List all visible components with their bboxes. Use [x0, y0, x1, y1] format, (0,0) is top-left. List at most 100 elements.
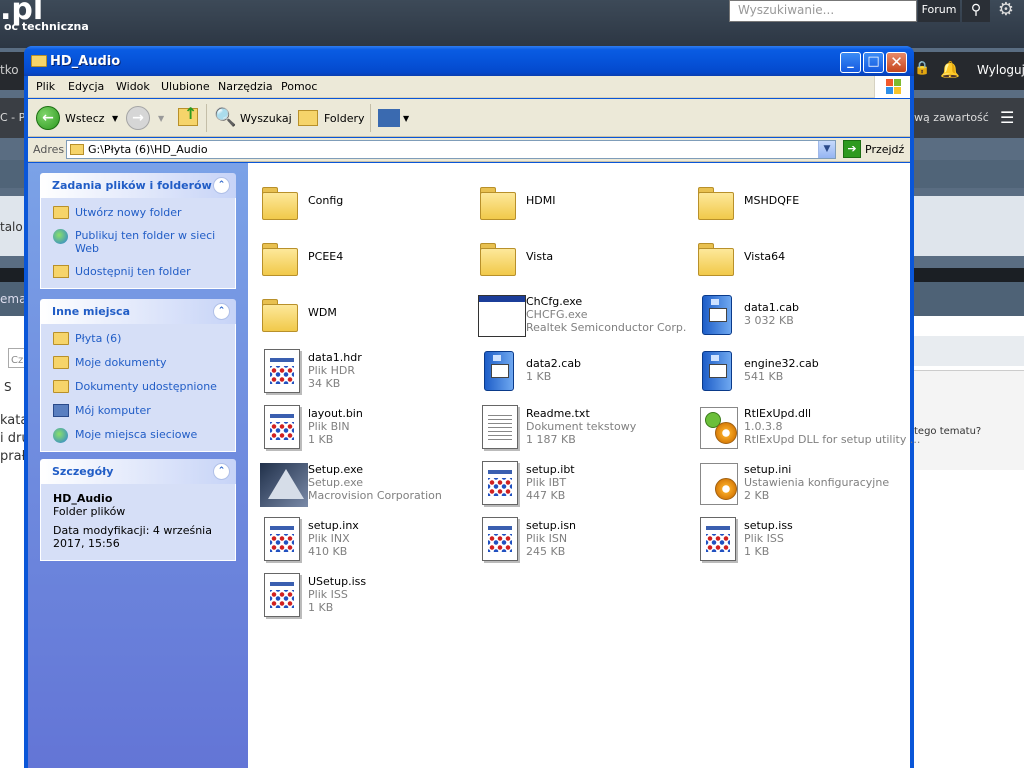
place-label: Mój komputer: [75, 404, 151, 417]
magnifier-icon: 🔍: [214, 107, 237, 128]
forward-button[interactable]: → ▼: [126, 104, 170, 132]
file-item-data2-cab[interactable]: data2.cab 1 KB: [470, 343, 686, 395]
folder-icon: [478, 237, 518, 277]
file-meta: 447 KB: [526, 489, 566, 502]
task-share-folder[interactable]: Udostępnij ten folder: [41, 263, 235, 280]
up-folder-button[interactable]: ↑: [176, 104, 202, 132]
menu-plik[interactable]: Plik: [36, 80, 55, 93]
details-header[interactable]: Szczegóły ⌃: [40, 459, 236, 484]
minimize-button[interactable]: _: [840, 52, 861, 73]
folder-icon: [260, 293, 300, 333]
generic-file-icon: [696, 517, 736, 561]
folder-icon: [260, 237, 300, 277]
search-icon[interactable]: ⚲: [962, 0, 990, 22]
file-item-pcee4[interactable]: PCEE4: [252, 231, 468, 283]
file-item-rtlexupd-dll[interactable]: RtlExUpd.dll 1.0.3.8 RtlExUpd DLL for setu…: [688, 399, 920, 451]
file-name: setup.iss: [744, 519, 793, 532]
other-places-header[interactable]: Inne miejsca ⌃: [40, 299, 236, 324]
computer-icon: [53, 404, 69, 417]
title-bar[interactable]: HD_Audio _ □ ✕: [24, 46, 914, 76]
file-item-wdm[interactable]: WDM: [252, 287, 468, 339]
back-arrow-icon: ←: [36, 106, 60, 130]
file-item-text: Config: [308, 194, 343, 207]
file-item-setup-inx[interactable]: setup.inx Plik INX 410 KB: [252, 511, 468, 563]
folder-icon: [696, 181, 736, 221]
folder-icon: [478, 181, 518, 221]
place-shared-documents[interactable]: Dokumenty udostępnione: [41, 378, 235, 395]
maximize-button[interactable]: □: [863, 52, 884, 73]
file-item-text: HDMI: [526, 194, 555, 207]
collapse-icon[interactable]: ⌃: [213, 177, 230, 194]
file-meta: Plik ISS: [308, 588, 348, 601]
task-publish-web[interactable]: Publikuj ten folder w sieci Web: [41, 227, 235, 257]
file-meta: Setup.exe: [308, 476, 364, 489]
file-item-text: WDM: [308, 306, 337, 319]
chevron-down-icon[interactable]: ▼: [112, 114, 118, 123]
place-network[interactable]: Moje miejsca sieciowe: [41, 426, 235, 443]
close-button[interactable]: ✕: [886, 52, 907, 73]
new-folder-icon: [53, 206, 69, 219]
file-item-text: Setup.exe Setup.exe Macrovision Corporatio…: [308, 463, 442, 502]
file-item-readme-txt[interactable]: Readme.txt Dokument tekstowy 1 187 KB: [470, 399, 686, 451]
menu-ulubione[interactable]: Ulubione: [161, 80, 210, 93]
place-my-computer[interactable]: Mój komputer: [41, 402, 235, 419]
file-item-data1-hdr[interactable]: data1.hdr Plik HDR 34 KB: [252, 343, 468, 395]
file-item-chcfg-exe[interactable]: ChCfg.exe CHCFG.exe Realtek Semiconductor …: [470, 287, 686, 339]
menu-narzedzia[interactable]: Narzędzia: [218, 80, 273, 93]
file-meta: 1 KB: [744, 545, 770, 558]
file-item-text: Vista64: [744, 250, 785, 263]
place-my-documents[interactable]: Moje dokumenty: [41, 354, 235, 371]
chevron-down-icon[interactable]: ▼: [158, 114, 164, 123]
menu-widok[interactable]: Widok: [116, 80, 150, 93]
file-name: layout.bin: [308, 407, 363, 420]
file-item-vista64[interactable]: Vista64: [688, 231, 904, 283]
config-settings-icon: [696, 461, 738, 505]
generic-file-icon: [260, 517, 300, 561]
collapse-icon[interactable]: ⌃: [213, 303, 230, 320]
logout-link[interactable]: Wyloguj: [977, 63, 1024, 77]
back-button[interactable]: ← Wstecz ▼: [36, 104, 120, 132]
file-item-setup-exe[interactable]: Setup.exe Setup.exe Macrovision Corporatio…: [252, 455, 468, 507]
search-button[interactable]: 🔍 Wyszukaj: [212, 104, 292, 132]
task-pane: Zadania plików i folderów ⌃ Utwórz nowy …: [28, 163, 248, 768]
collapse-icon[interactable]: ⌃: [213, 463, 230, 480]
file-item-engine32-cab[interactable]: engine32.cab 541 KB: [688, 343, 904, 395]
bg-subnav-right-text[interactable]: wą zawartość: [914, 111, 989, 124]
lock-icon[interactable]: 🔒: [914, 61, 930, 76]
file-list: Config HDMI MSHDQFE PCEE4 Vista Vista64 WDM ChC…: [248, 163, 920, 768]
menu-edycja[interactable]: Edycja: [68, 80, 104, 93]
file-name: setup.isn: [526, 519, 577, 532]
bg-nav-text[interactable]: tko: [0, 63, 19, 77]
bg-right-text: tego tematu?: [914, 426, 982, 437]
forum-scope-button[interactable]: Forum: [918, 0, 960, 22]
file-item-hdmi[interactable]: HDMI: [470, 175, 686, 227]
menu-pomoc[interactable]: Pomoc: [281, 80, 317, 93]
file-item-setup-iss[interactable]: setup.iss Plik ISS 1 KB: [688, 511, 904, 563]
place-plyta[interactable]: Płyta (6): [41, 330, 235, 347]
site-search-input[interactable]: Wyszukiwanie...: [729, 0, 917, 22]
file-item-setup-isn[interactable]: setup.isn Plik ISN 245 KB: [470, 511, 686, 563]
chevron-down-icon[interactable]: ▼: [818, 141, 835, 158]
file-item-mshdqfe[interactable]: MSHDQFE: [688, 175, 904, 227]
back-label: Wstecz: [65, 112, 105, 125]
file-item-config[interactable]: Config: [252, 175, 468, 227]
file-item-vista[interactable]: Vista: [470, 231, 686, 283]
file-item-data1-cab[interactable]: data1.cab 3 032 KB: [688, 287, 904, 339]
file-name: Readme.txt: [526, 407, 590, 420]
address-input[interactable]: G:\Płyta (6)\HD_Audio ▼: [66, 140, 836, 159]
hamburger-icon[interactable]: ☰: [1000, 108, 1014, 127]
file-item-setup-ini[interactable]: setup.ini Ustawienia konfiguracyjne 2 KB: [688, 455, 904, 507]
chevron-down-icon[interactable]: ▼: [403, 114, 409, 123]
bell-icon[interactable]: 🔔: [940, 60, 960, 79]
other-places-panel: Inne miejsca ⌃ Płyta (6) Moje dokumenty …: [40, 299, 236, 452]
gear-icon[interactable]: ⚙: [993, 0, 1019, 21]
file-name: data2.cab: [526, 357, 582, 370]
file-item-layout-bin[interactable]: layout.bin Plik BIN 1 KB: [252, 399, 468, 451]
file-tasks-panel: Zadania plików i folderów ⌃ Utwórz nowy …: [40, 173, 236, 289]
task-new-folder[interactable]: Utwórz nowy folder: [41, 204, 235, 221]
file-item-usetup-iss[interactable]: USetup.iss Plik ISS 1 KB: [252, 567, 468, 619]
file-item-setup-ibt[interactable]: setup.ibt Plik IBT 447 KB: [470, 455, 686, 507]
folders-button[interactable]: Foldery: [296, 104, 366, 132]
file-tasks-header[interactable]: Zadania plików i folderów ⌃: [40, 173, 236, 198]
views-button[interactable]: ▼: [376, 104, 412, 132]
